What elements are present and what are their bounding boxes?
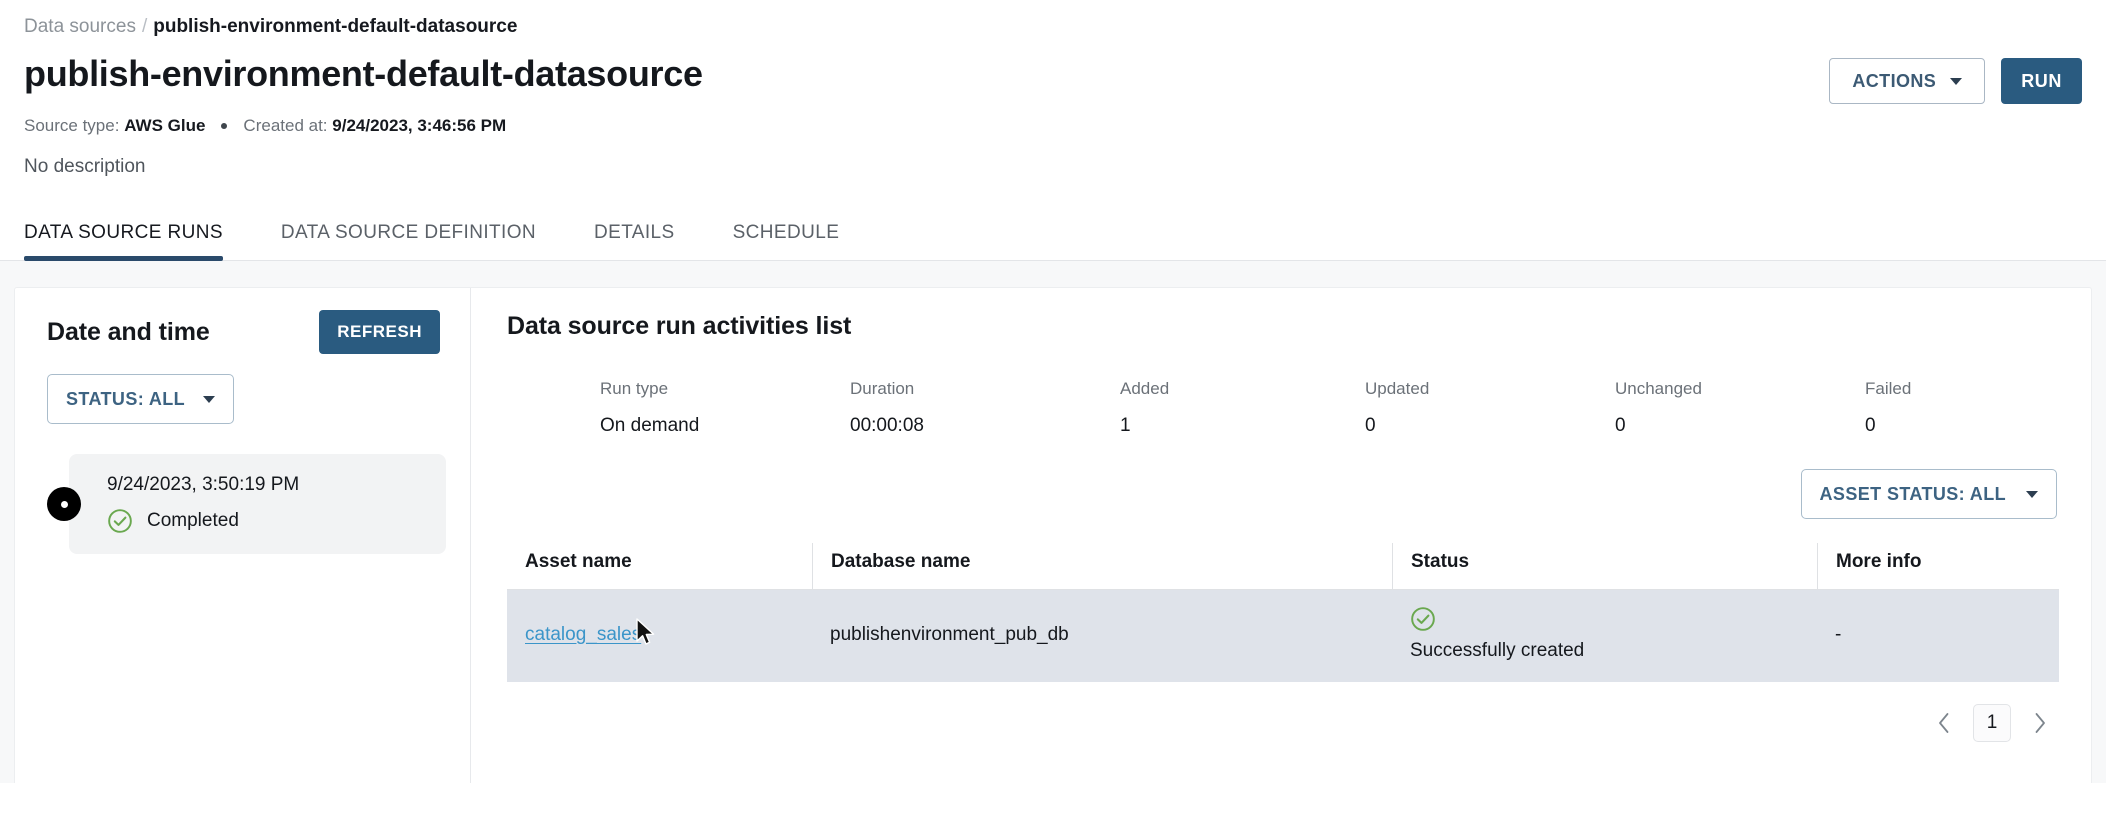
summary-added: Added 1 — [1120, 377, 1365, 439]
column-header-database-name: Database name — [812, 543, 1392, 589]
asset-name-link[interactable]: catalog_sales — [525, 624, 641, 645]
runs-sidebar: Date and time REFRESH STATUS: ALL 9/24/2… — [15, 288, 471, 783]
table-header-row: Asset name Database name Status More inf… — [507, 543, 2059, 590]
asset-filter-row: ASSET STATUS: ALL — [507, 469, 2059, 519]
breadcrumb-parent-link[interactable]: Data sources — [24, 16, 136, 37]
run-timestamp: 9/24/2023, 3:50:19 PM — [107, 474, 300, 495]
body-area: Date and time REFRESH STATUS: ALL 9/24/2… — [0, 261, 2106, 783]
description-text: No description — [24, 156, 146, 177]
chevron-right-glyph — [2035, 713, 2045, 733]
content-card: Date and time REFRESH STATUS: ALL 9/24/2… — [14, 287, 2092, 783]
breadcrumb: Data sources / publish-environment-default… — [24, 14, 2082, 40]
status-filter-label: STATUS: ALL — [66, 388, 186, 409]
column-header-status: Status — [1392, 543, 1817, 589]
cell-status: Successfully created — [1392, 592, 1817, 680]
activities-title: Data source run activities list — [507, 312, 852, 340]
status-filter-dropdown[interactable]: STATUS: ALL — [47, 374, 235, 424]
run-status-label: Completed — [147, 510, 239, 531]
summary-label-failed: Failed — [1865, 379, 1912, 398]
summary-value-duration: 00:00:08 — [850, 415, 924, 436]
header-actions: ACTIONS RUN — [1829, 52, 2082, 104]
run-status: Completed — [107, 508, 426, 534]
app-page: Data sources / publish-environment-default… — [0, 0, 2106, 822]
cell-more-info: - — [1835, 624, 1842, 645]
tab-details[interactable]: DETAILS — [594, 212, 675, 260]
summary-duration: Duration 00:00:08 — [850, 377, 1120, 439]
summary-label-updated: Updated — [1365, 379, 1430, 398]
summary-updated: Updated 0 — [1365, 377, 1615, 439]
summary-value-updated: 0 — [1365, 415, 1376, 436]
summary-label-run-type: Run type — [600, 379, 669, 398]
run-button[interactable]: RUN — [2001, 58, 2082, 104]
tab-data-source-runs[interactable]: DATA SOURCE RUNS — [24, 212, 223, 261]
page-number-button[interactable]: 1 — [1973, 704, 2011, 742]
activities-table: Asset name Database name Status More inf… — [507, 543, 2059, 682]
table-row[interactable]: catalog_sales publishenvironment_pub_db — [507, 590, 2059, 682]
run-list-item[interactable]: 9/24/2023, 3:50:19 PM Completed — [47, 454, 446, 554]
source-type-value: AWS Glue — [124, 116, 206, 135]
column-header-more-info: More info — [1817, 543, 2059, 589]
asset-status-filter-dropdown[interactable]: ASSET STATUS: ALL — [1800, 469, 2057, 519]
breadcrumb-separator: / — [141, 16, 148, 37]
summary-label-unchanged: Unchanged — [1615, 379, 1702, 398]
run-list: 9/24/2023, 3:50:19 PM Completed — [47, 454, 446, 554]
tab-data-source-definition[interactable]: DATA SOURCE DEFINITION — [281, 212, 536, 260]
summary-run-type: Run type On demand — [600, 377, 850, 439]
refresh-button[interactable]: REFRESH — [319, 310, 440, 354]
page-title: publish-environment-default-datasource — [24, 53, 703, 94]
summary-value-added: 1 — [1120, 415, 1131, 436]
tab-bar: DATA SOURCE RUNS DATA SOURCE DEFINITION … — [0, 212, 2106, 261]
summary-failed: Failed 0 — [1865, 377, 2059, 439]
summary-value-failed: 0 — [1865, 415, 1876, 436]
cell-database-name: publishenvironment_pub_db — [830, 624, 1069, 645]
summary-label-duration: Duration — [850, 379, 915, 398]
chevron-left-glyph — [1939, 713, 1949, 733]
created-at-label: Created at: — [243, 116, 328, 135]
summary-value-unchanged: 0 — [1615, 415, 1626, 436]
sidebar-title: Date and time — [47, 317, 210, 346]
pagination: 1 — [507, 704, 2059, 742]
actions-button-label: ACTIONS — [1852, 70, 1937, 91]
summary-value-run-type: On demand — [600, 415, 700, 436]
cell-status-label: Successfully created — [1410, 640, 1585, 661]
activities-panel: Data source run activities list Run type… — [471, 288, 2091, 783]
sidebar-header: Date and time REFRESH — [47, 310, 446, 354]
summary-label-added: Added — [1120, 379, 1170, 398]
actions-button[interactable]: ACTIONS — [1829, 58, 1986, 104]
tab-schedule[interactable]: SCHEDULE — [733, 212, 840, 260]
summary-unchanged: Unchanged 0 — [1615, 377, 1865, 439]
check-circle-icon — [1411, 607, 1435, 631]
header-meta: Source type: AWS Glue Created at: 9/24/2… — [24, 114, 2082, 138]
cell-asset-name: catalog_sales — [507, 608, 812, 664]
source-type-label: Source type: — [24, 116, 120, 135]
check-circle-icon — [108, 509, 132, 533]
title-row: publish-environment-default-datasource A… — [24, 52, 2082, 104]
chevron-right-icon[interactable] — [2025, 708, 2055, 738]
page-header: Data sources / publish-environment-default… — [0, 0, 2106, 180]
asset-status-filter-label: ASSET STATUS: ALL — [1819, 483, 2006, 504]
run-summary: Run type On demand Duration 00:00:08 Add… — [507, 377, 2059, 439]
created-at-value: 9/24/2023, 3:46:56 PM — [332, 116, 507, 135]
breadcrumb-current: publish-environment-default-datasource — [153, 16, 518, 37]
timeline-node-icon — [47, 487, 81, 521]
chevron-down-icon — [203, 395, 216, 403]
chevron-down-icon — [2026, 490, 2038, 498]
chevron-down-icon — [1950, 77, 1963, 85]
chevron-left-icon[interactable] — [1929, 708, 1959, 738]
meta-separator-dot — [221, 123, 228, 129]
column-header-asset-name: Asset name — [525, 551, 632, 572]
